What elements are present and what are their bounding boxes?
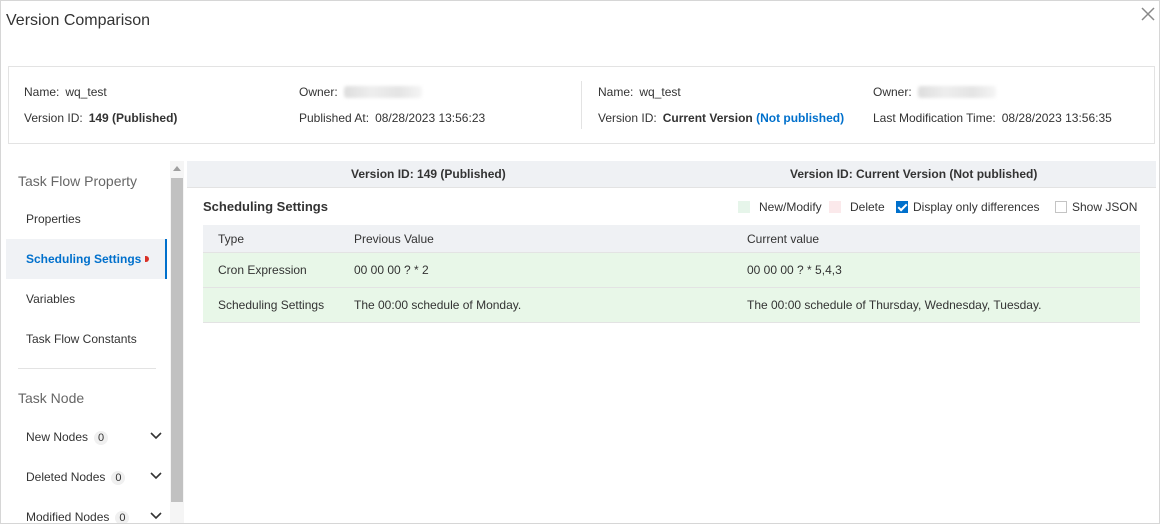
section-title: Scheduling Settings (203, 199, 328, 214)
table-cell-current: The 00:00 schedule of Thursday, Wednesda… (747, 298, 1042, 312)
sidebar-item-scheduling-settings[interactable]: Scheduling Settings (6, 239, 167, 279)
checkbox-checked-icon[interactable] (896, 201, 908, 213)
sidebar-item-label: Variables (26, 292, 76, 306)
sidebar-item-modified-nodes[interactable]: Modified Nodes 0 (6, 497, 167, 524)
scrollbar-thumb[interactable] (171, 178, 183, 502)
right-owner-redacted (917, 86, 996, 98)
current-version-heading-text: Version ID: Current Version (790, 167, 947, 181)
comparison-header: Version ID: 149 (Published) Version ID: … (187, 161, 1156, 188)
legend-delete: Delete (829, 200, 885, 214)
sidebar-item-label: Task Flow Constants (26, 332, 137, 346)
count-badge: 0 (115, 511, 130, 523)
display-only-differences-checkbox[interactable]: Display only differences (896, 200, 1040, 214)
current-version-status: (Not published) (949, 167, 1038, 181)
right-version-label: Version ID: (598, 111, 657, 125)
right-version-status: (Not published) (756, 111, 845, 125)
legend-new-modify: New/Modify (738, 200, 822, 214)
right-owner-label: Owner: (873, 85, 912, 99)
display-only-differences-label[interactable]: Display only differences (913, 200, 1040, 214)
table-cell-type: Scheduling Settings (218, 298, 325, 312)
sidebar-group-task-flow-property: Task Flow Property (18, 173, 138, 189)
current-version-heading: Version ID: Current Version (Not publish… (790, 167, 1037, 181)
left-owner-redacted (343, 86, 422, 98)
sidebar-item-label: Scheduling Settings (26, 252, 142, 266)
dialog-title: Version Comparison (6, 12, 151, 29)
right-modified-value: 08/28/2023 13:56:35 (1001, 111, 1112, 125)
legend-delete-label: Delete (850, 200, 885, 214)
changed-marker-icon (145, 256, 150, 262)
new-modify-swatch (738, 201, 750, 213)
info-divider (581, 81, 582, 129)
sidebar-item-new-nodes[interactable]: New Nodes 0 (6, 417, 167, 457)
table-cell-type: Cron Expression (218, 263, 307, 277)
version-comparison-dialog: Version Comparison Name: wq_test Version … (0, 0, 1160, 524)
sidebar-item-label: New Nodes (26, 430, 89, 444)
show-json-checkbox[interactable]: Show JSON (1055, 200, 1137, 214)
sidebar-item-label: Deleted Nodes (26, 470, 106, 484)
left-published-label: Published At: (299, 111, 370, 125)
sidebar-item-deleted-nodes[interactable]: Deleted Nodes 0 (6, 457, 167, 497)
left-version-value: 149 (Published) (88, 111, 178, 125)
column-header-current-value: Current value (747, 231, 820, 246)
sidebar-item-variables[interactable]: Variables (6, 279, 167, 319)
version-info-panel: Name: wq_test Version ID: 149 (Published) … (8, 66, 1155, 144)
table-row: Scheduling Settings The 00:00 schedule o… (203, 288, 1140, 323)
left-name-label: Name: (24, 85, 60, 99)
table-header-row: Type Previous Value Current value (203, 225, 1140, 253)
left-name: Name: wq_test (24, 85, 107, 99)
table-cell-current: 00 00 00 ? * 5,4,3 (747, 263, 842, 277)
right-name-value: wq_test (639, 85, 681, 99)
left-name-value: wq_test (65, 85, 107, 99)
count-badge: 0 (111, 471, 126, 485)
right-version: Version ID: Current Version (Not publishe… (598, 111, 844, 125)
delete-swatch (829, 201, 841, 213)
sidebar-item-properties[interactable]: Properties (6, 199, 167, 239)
left-owner: Owner: (299, 85, 422, 99)
scroll-up-arrow-icon[interactable] (173, 166, 181, 171)
chevron-down-icon[interactable] (149, 431, 163, 441)
sidebar-divider (18, 368, 156, 369)
right-owner: Owner: (873, 85, 996, 99)
sidebar-scrollbar[interactable] (170, 161, 184, 523)
sidebar: Task Flow Property Properties Scheduling… (1, 159, 169, 524)
chevron-down-icon[interactable] (149, 471, 163, 481)
right-name: Name: wq_test (598, 85, 681, 99)
sidebar-item-label: Modified Nodes (26, 510, 110, 524)
column-header-type: Type (218, 231, 245, 246)
table-cell-previous: 00 00 00 ? * 2 (354, 263, 429, 277)
sidebar-group-task-node: Task Node (18, 390, 85, 406)
table-row: Cron Expression 00 00 00 ? * 2 00 00 00 … (203, 253, 1140, 288)
right-modified-label: Last Modification Time: (873, 111, 996, 125)
sidebar-item-label: Properties (26, 212, 81, 226)
left-version-label: Version ID: (24, 111, 83, 125)
right-name-label: Name: (598, 85, 634, 99)
left-published-value: 08/28/2023 13:56:23 (375, 111, 486, 125)
chevron-down-icon[interactable] (149, 511, 163, 521)
diff-table: Type Previous Value Current value Cron E… (203, 225, 1140, 323)
column-header-previous-value: Previous Value (354, 231, 434, 246)
checkbox-unchecked-icon[interactable] (1055, 201, 1067, 213)
left-version: Version ID: 149 (Published) (24, 111, 177, 125)
table-cell-previous: The 00:00 schedule of Monday. (354, 298, 522, 312)
right-modified: Last Modification Time: 08/28/2023 13:56:… (873, 111, 1112, 125)
show-json-label[interactable]: Show JSON (1072, 200, 1137, 214)
right-version-value: Current Version (662, 111, 753, 125)
left-owner-label: Owner: (299, 85, 338, 99)
legend-new-modify-label: New/Modify (759, 200, 822, 214)
previous-version-heading: Version ID: 149 (Published) (351, 167, 506, 181)
left-published: Published At: 08/28/2023 13:56:23 (299, 111, 485, 125)
count-badge: 0 (94, 431, 109, 445)
sidebar-item-task-flow-constants[interactable]: Task Flow Constants (6, 319, 167, 359)
close-icon[interactable] (1139, 5, 1157, 23)
